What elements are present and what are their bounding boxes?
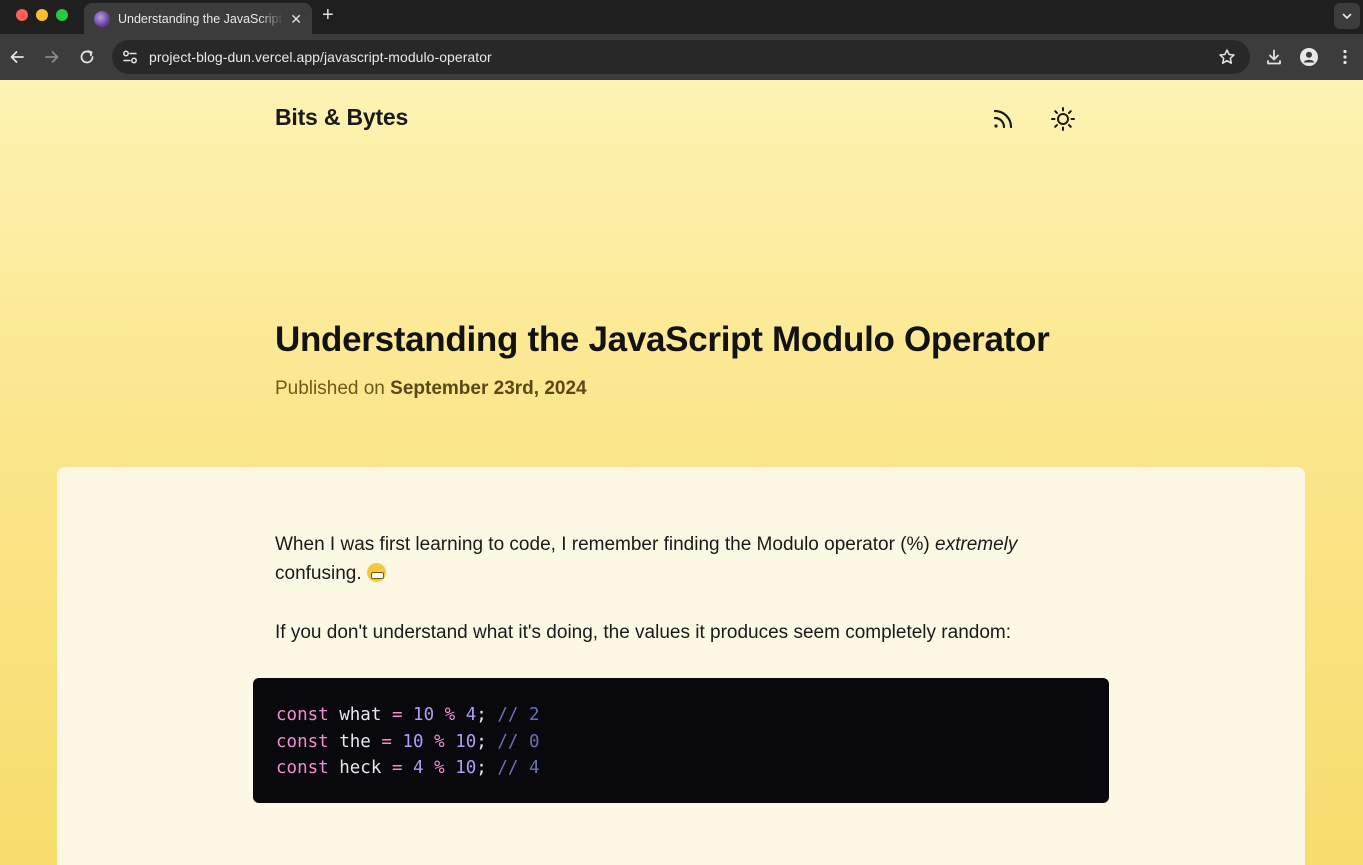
forward-button[interactable] (42, 47, 62, 67)
reload-icon (80, 50, 94, 64)
reload-button[interactable] (77, 47, 97, 67)
more-vertical-icon (1343, 49, 1347, 65)
post-title: Understanding the JavaScript Modulo Oper… (275, 320, 1050, 359)
code-line: const the = 10 % 10; // 0 (276, 731, 540, 752)
browser-tab-bar: Understanding the JavaScript Modulo Oper… (0, 0, 1363, 34)
site-settings-icon[interactable] (121, 48, 139, 66)
tab-title: Understanding the JavaScript Modulo Oper… (118, 11, 284, 26)
browser-toolbar: project-blog-dun.vercel.app/javascript-m… (0, 34, 1363, 80)
code-line: const heck = 4 % 10; // 4 (276, 758, 540, 778)
new-tab-button[interactable]: + (322, 5, 334, 25)
arrow-left-icon (10, 51, 24, 63)
intro-text-end: confusing. (275, 563, 367, 584)
site-logo-link[interactable]: Bits & Bytes (275, 104, 408, 131)
profile-icon (1300, 48, 1318, 66)
published-date-value: September 23rd, 2024 (390, 378, 587, 399)
grimacing-face-icon (366, 563, 386, 582)
tab-search-button[interactable] (1334, 3, 1360, 29)
close-window-button[interactable] (16, 9, 28, 21)
url-text[interactable]: project-blog-dun.vercel.app/javascript-m… (149, 49, 492, 65)
browser-tab-active[interactable]: Understanding the JavaScript Modulo Oper… (84, 3, 312, 34)
second-paragraph: If you don't understand what it's doing,… (275, 622, 1011, 643)
favicon-icon (94, 10, 110, 27)
minimize-window-button[interactable] (36, 9, 48, 21)
download-icon (1267, 49, 1281, 65)
maximize-window-button[interactable] (56, 9, 68, 21)
downloads-button[interactable] (1264, 47, 1284, 67)
blog-page: Bits & Bytes Understanding the JavaScrip… (0, 80, 1363, 865)
arrow-right-icon (45, 51, 59, 63)
browser-menu-button[interactable] (1335, 47, 1355, 67)
sun-icon[interactable] (1050, 106, 1076, 132)
chevron-down-icon (1342, 13, 1352, 19)
profile-button[interactable] (1299, 47, 1319, 67)
intro-paragraph: When I was first learning to code, I rem… (275, 530, 1095, 588)
rss-icon[interactable] (991, 107, 1015, 131)
intro-text-start: When I was first learning to code, I rem… (275, 534, 936, 555)
intro-emphasis: extremely (935, 534, 1018, 555)
published-date: Published on September 23rd, 2024 (275, 378, 587, 400)
address-bar[interactable]: project-blog-dun.vercel.app/javascript-m… (112, 40, 1250, 74)
code-line: const what = 10 % 4; // 2 (276, 705, 540, 725)
back-button[interactable] (7, 47, 27, 67)
bookmark-star-icon[interactable] (1218, 48, 1236, 66)
published-prefix: Published on (275, 378, 391, 399)
article-body: When I was first learning to code, I rem… (57, 467, 1305, 865)
tab-close-icon[interactable]: ✕ (290, 12, 302, 26)
code-snippet: const what = 10 % 4; // 2 const the = 10… (253, 678, 1109, 803)
